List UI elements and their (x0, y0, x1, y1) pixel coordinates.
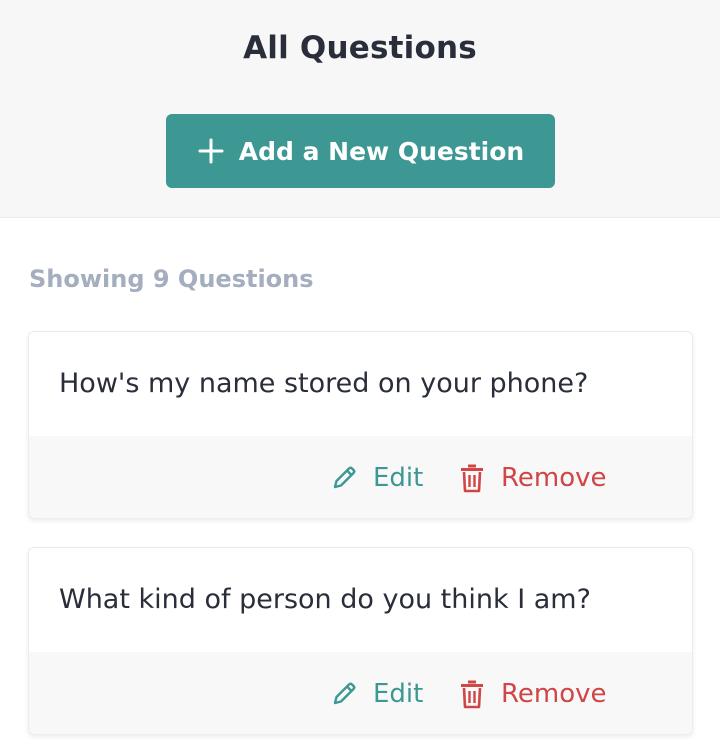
question-card-actions: Edit Remove (29, 436, 692, 518)
page-title: All Questions (243, 30, 477, 66)
edit-button[interactable]: Edit (331, 458, 423, 498)
question-text: What kind of person do you think I am? (59, 584, 591, 615)
page-header: All Questions Add a New Question (0, 0, 720, 218)
question-card: How's my name stored on your phone? Edit (28, 331, 693, 519)
plus-icon (197, 137, 225, 165)
question-card: What kind of person do you think I am? E… (28, 547, 693, 735)
add-question-button[interactable]: Add a New Question (166, 114, 555, 188)
edit-label: Edit (373, 463, 424, 493)
remove-label: Remove (501, 679, 607, 709)
question-card-actions: Edit Remove (29, 652, 692, 734)
question-text: How's my name stored on your phone? (59, 368, 589, 399)
remove-label: Remove (501, 463, 607, 493)
edit-button[interactable]: Edit (331, 674, 423, 714)
pencil-icon (331, 465, 357, 491)
trash-icon (459, 463, 485, 493)
question-count-label: Showing 9 Questions (29, 265, 314, 293)
trash-icon (459, 679, 485, 709)
pencil-icon (331, 681, 357, 707)
remove-button[interactable]: Remove (459, 458, 607, 498)
remove-button[interactable]: Remove (459, 674, 607, 714)
add-question-button-label: Add a New Question (238, 136, 525, 166)
edit-label: Edit (373, 679, 424, 709)
